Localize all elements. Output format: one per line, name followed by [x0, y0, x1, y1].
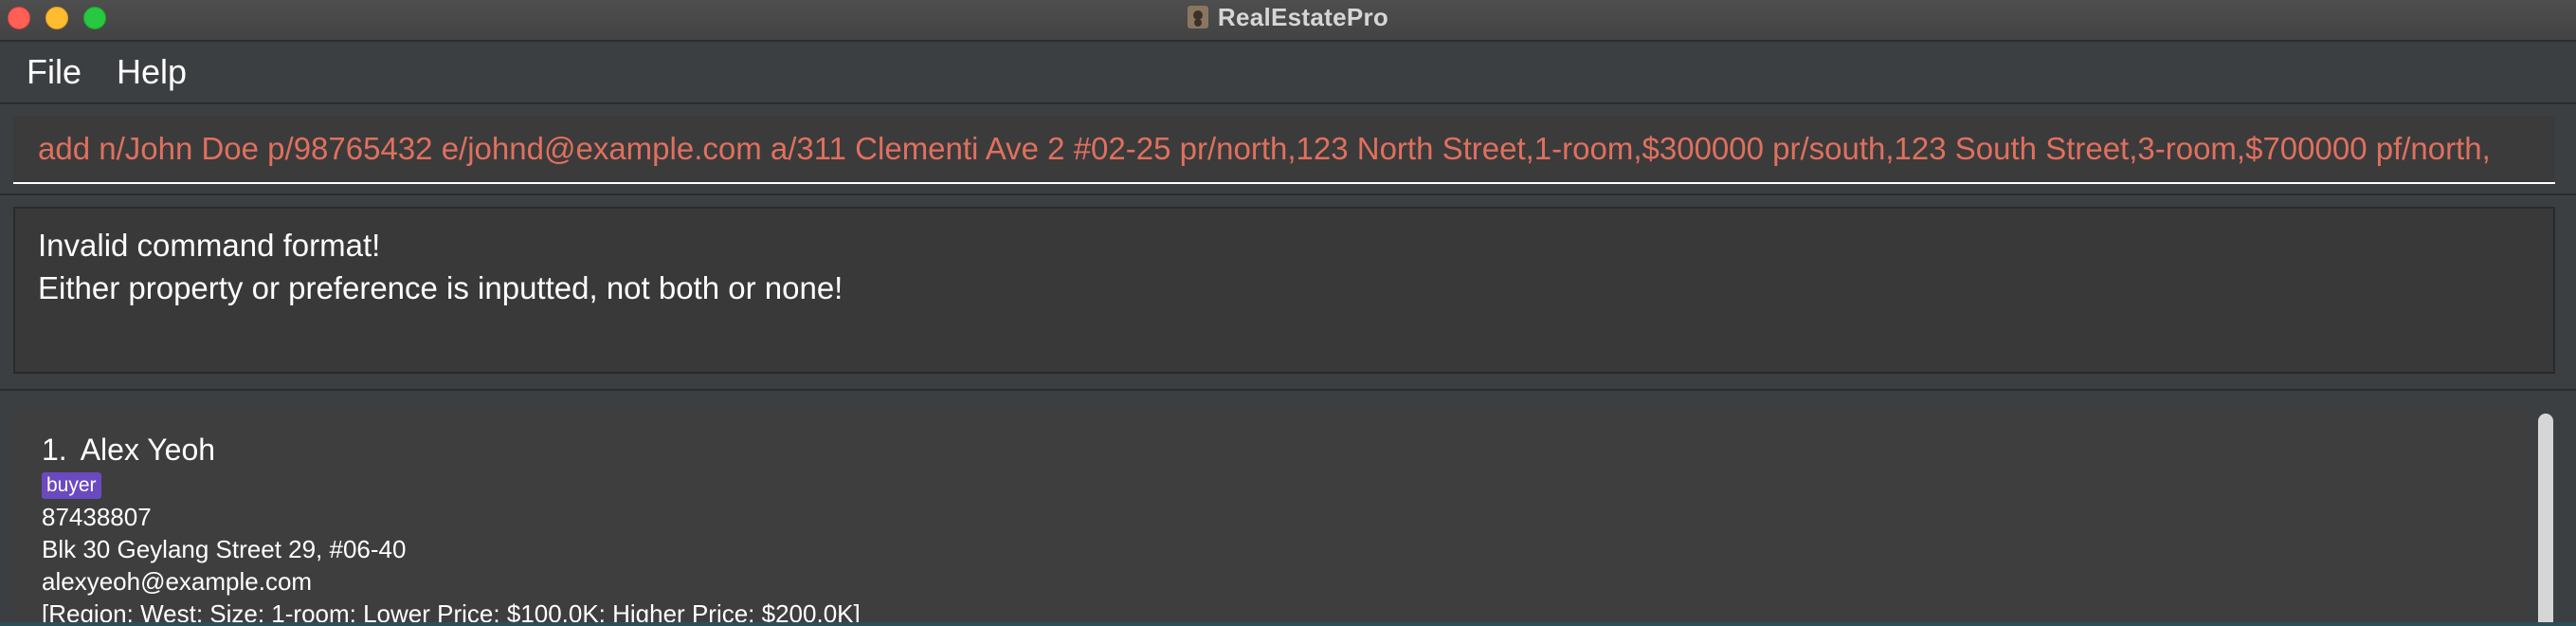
list-selection-edge [0, 622, 2576, 626]
result-display: Invalid command format! Either property … [13, 207, 2555, 374]
command-input[interactable] [13, 116, 2555, 184]
menu-help[interactable]: Help [117, 53, 187, 91]
person-book-icon [1187, 6, 1208, 28]
window-title: RealEstatePro [1217, 2, 1389, 31]
result-line: Invalid command format! [38, 228, 381, 263]
person-address: Blk 30 Geylang Street 29, #06-40 [42, 535, 407, 563]
person-email: alexyeoh@example.com [42, 567, 313, 596]
result-display-pane: Invalid command format! Either property … [0, 195, 2576, 391]
person-card-header: 1. Alex Yeoh [42, 433, 2500, 467]
command-box-pane [0, 104, 2576, 195]
app-window: RealEstatePro File Help Invalid command … [0, 0, 2576, 626]
title-bar: RealEstatePro [0, 0, 2576, 42]
list-scrollbar[interactable] [2538, 414, 2553, 626]
menu-bar: File Help [0, 42, 2576, 104]
title-wrap: RealEstatePro [0, 0, 2576, 34]
person-card[interactable]: 1. Alex Yeoh buyer 87438807 Blk 30 Geyla… [13, 406, 2529, 626]
person-index: 1. [42, 433, 67, 467]
menu-file[interactable]: File [27, 53, 82, 91]
person-tags: buyer [42, 472, 2500, 501]
tag-badge: buyer [42, 472, 101, 499]
person-list-pane: 1. Alex Yeoh buyer 87438807 Blk 30 Geyla… [0, 391, 2576, 626]
result-line: Either property or preference is inputte… [38, 270, 844, 305]
person-name: Alex Yeoh [80, 433, 216, 467]
person-phone: 87438807 [42, 503, 152, 531]
